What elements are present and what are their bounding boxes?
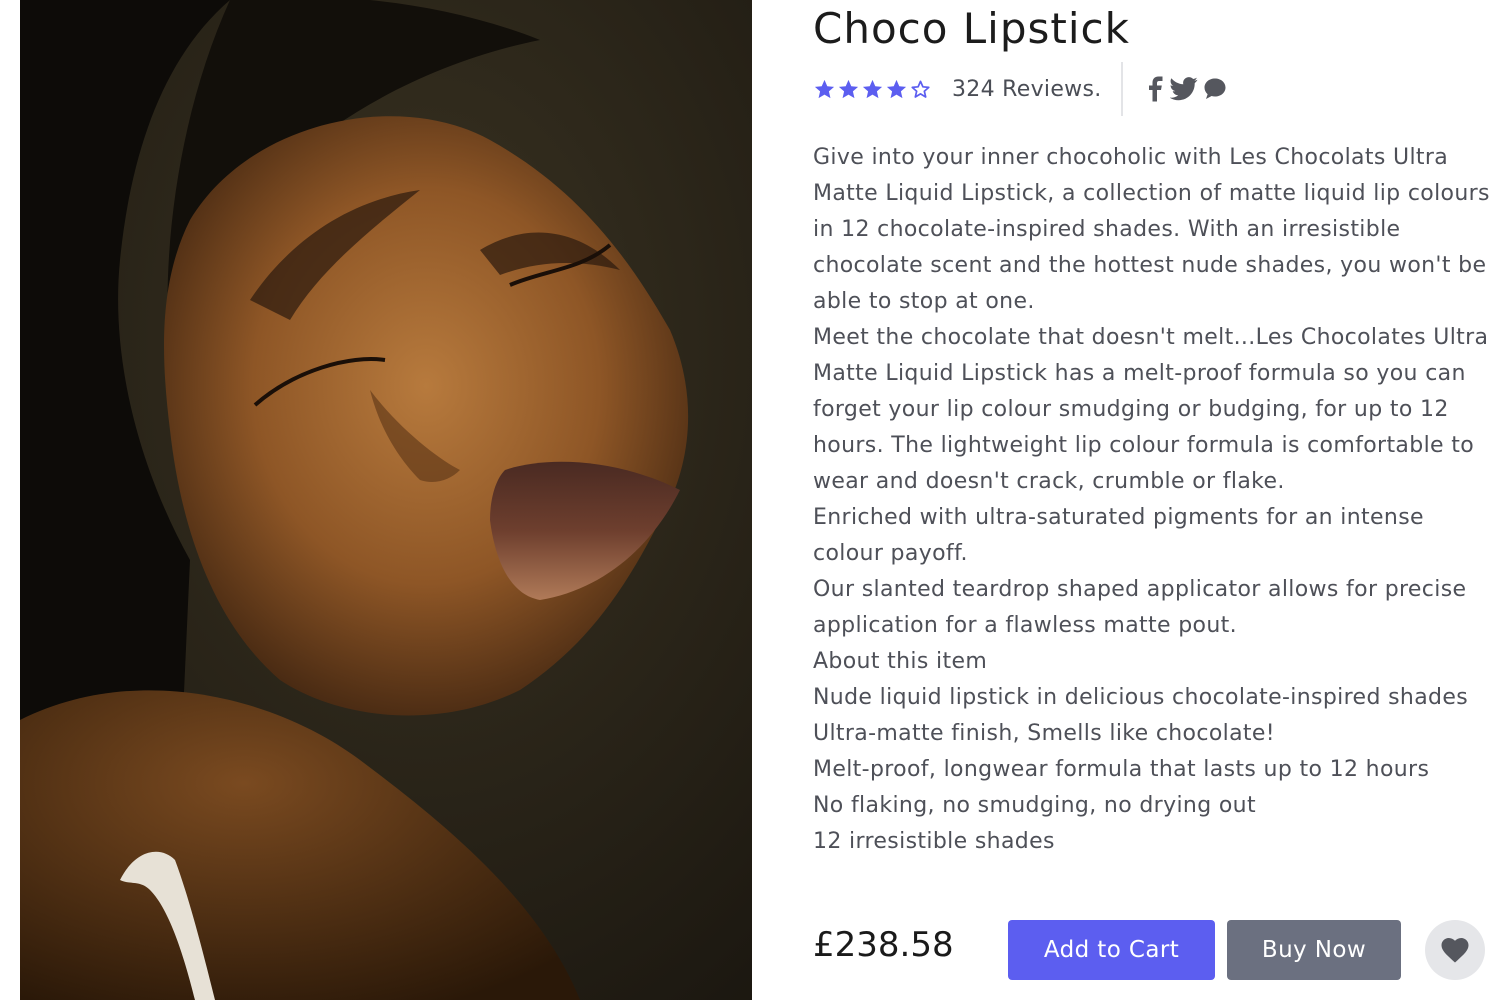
star-rating bbox=[813, 78, 932, 101]
facebook-icon[interactable] bbox=[1147, 76, 1165, 102]
feature-item: Melt-proof, longwear formula that lasts … bbox=[813, 757, 1430, 782]
product-title: Choco Lipstick bbox=[813, 4, 1130, 53]
reviews-count: 324 Reviews. bbox=[952, 76, 1102, 102]
description-paragraph: Enriched with ultra-saturated pigments f… bbox=[813, 505, 1424, 566]
description-paragraph: Our slanted teardrop shaped applicator a… bbox=[813, 577, 1467, 638]
divider bbox=[1120, 62, 1123, 116]
feature-item: No flaking, no smudging, no drying out bbox=[813, 793, 1256, 818]
feature-item: 12 irresistible shades bbox=[813, 829, 1055, 854]
feature-item: Nude liquid lipstick in delicious chocol… bbox=[813, 685, 1469, 710]
description-paragraph: Give into your inner chocoholic with Les… bbox=[813, 145, 1490, 314]
heart-icon bbox=[1441, 937, 1469, 962]
feature-item: Ultra-matte finish, Smells like chocolat… bbox=[813, 721, 1275, 746]
share-links bbox=[1147, 76, 1227, 102]
product-image bbox=[20, 0, 752, 1000]
wishlist-button[interactable] bbox=[1425, 920, 1485, 980]
description-paragraph: Meet the chocolate that doesn't melt...L… bbox=[813, 325, 1489, 494]
buy-now-button[interactable]: Buy Now bbox=[1227, 920, 1401, 980]
product-price: £238.58 bbox=[813, 925, 954, 965]
star-filled-icon bbox=[862, 79, 883, 98]
star-empty-icon bbox=[911, 79, 930, 98]
star-filled-icon bbox=[838, 79, 859, 98]
product-description: Give into your inner chocoholic with Les… bbox=[813, 140, 1493, 860]
twitter-icon[interactable] bbox=[1169, 77, 1198, 101]
about-heading: About this item bbox=[813, 649, 988, 674]
product-photo bbox=[20, 0, 752, 1000]
chat-icon[interactable] bbox=[1203, 77, 1227, 101]
product-page: Choco Lipstick 324 Reviews. Give into yo… bbox=[0, 0, 1508, 1000]
star-filled-icon bbox=[814, 79, 835, 98]
rating-row: 324 Reviews. bbox=[813, 62, 1227, 116]
add-to-cart-button[interactable]: Add to Cart bbox=[1008, 920, 1215, 980]
star-filled-icon bbox=[886, 79, 907, 98]
